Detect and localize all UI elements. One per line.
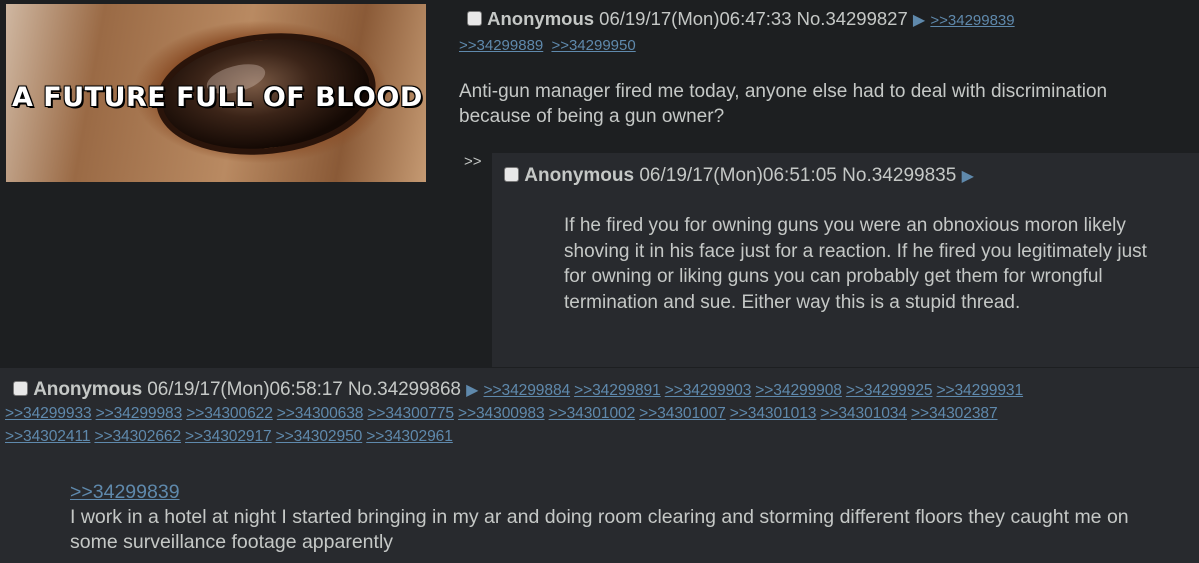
backlink[interactable]: >>34299839: [930, 12, 1014, 29]
op-backlinks: >>34299839: [930, 12, 1014, 29]
backlink[interactable]: >>34299983: [96, 405, 183, 422]
post-datetime: 06/19/17(Mon)06:58:17: [147, 379, 343, 400]
poster-name: Anonymous: [524, 165, 635, 186]
backlink[interactable]: >>34302917: [185, 428, 272, 445]
backlink[interactable]: >>34301034: [820, 405, 907, 422]
backlink[interactable]: >>34299925: [846, 382, 933, 399]
op-post-header: Anonymous 06/19/17(Mon)06:47:33 No.34299…: [467, 6, 1187, 34]
op-backlinks-row2: >>34299889 >>34299950: [459, 36, 640, 56]
post-number[interactable]: No.34299868: [348, 379, 461, 400]
reply-marker: >>: [464, 153, 482, 170]
post-number[interactable]: No.34299827: [797, 8, 908, 29]
poster-name: Anonymous: [487, 8, 595, 29]
backlink[interactable]: >>34299933: [5, 405, 92, 422]
backlink[interactable]: >>34300638: [277, 405, 364, 422]
backlink[interactable]: >>34302411: [5, 428, 91, 445]
reply-header: Anonymous 06/19/17(Mon)06:51:05 No.34299…: [504, 163, 974, 190]
post-select-checkbox-icon[interactable]: [467, 11, 482, 26]
reply-header-and-backlinks: Anonymous 06/19/17(Mon)06:58:17 No.34299…: [5, 378, 1197, 448]
post-menu-arrow-icon[interactable]: ▶: [913, 12, 925, 29]
backlink[interactable]: >>34301007: [639, 405, 726, 422]
post-menu-arrow-icon[interactable]: ▶: [466, 382, 478, 399]
reply-header: Anonymous 06/19/17(Mon)06:58:17 No.34299…: [13, 379, 484, 400]
post-datetime: 06/19/17(Mon)06:47:33: [599, 8, 792, 29]
op-message: Anti-gun manager fired me today, anyone …: [459, 81, 1108, 127]
backlink[interactable]: >>34299950: [551, 37, 635, 54]
post-menu-arrow-icon[interactable]: ▶: [962, 168, 974, 185]
reply-message: If he fired you for owning guns you were…: [564, 215, 1147, 313]
backlink[interactable]: >>34300622: [186, 405, 273, 422]
reply-message: I work in a hotel at night I started bri…: [70, 506, 1129, 553]
thumbnail-caption: A FUTURE FULL OF BLOOD: [12, 82, 423, 113]
backlink[interactable]: >>34301013: [730, 405, 817, 422]
post-select-checkbox-icon[interactable]: [504, 167, 519, 182]
reply-message-block: >>34299839 I work in a hotel at night I …: [70, 480, 1170, 555]
backlink[interactable]: >>34299884: [484, 382, 571, 399]
backlink[interactable]: >>34299908: [755, 382, 842, 399]
backlink[interactable]: >>34302662: [94, 428, 181, 445]
backlink[interactable]: >>34300775: [367, 405, 454, 422]
backlink[interactable]: >>34299891: [574, 382, 661, 399]
backlink[interactable]: >>34299889: [459, 37, 543, 54]
post-select-checkbox-icon[interactable]: [13, 381, 28, 396]
backlink[interactable]: >>34302961: [366, 428, 453, 445]
backlink[interactable]: >>34302387: [911, 405, 998, 422]
post-datetime: 06/19/17(Mon)06:51:05: [639, 165, 837, 186]
backlink[interactable]: >>34299903: [665, 382, 752, 399]
post-number[interactable]: No.34299835: [842, 165, 956, 186]
backlink[interactable]: >>34299931: [936, 382, 1023, 399]
reply-post: Anonymous 06/19/17(Mon)06:51:05 No.34299…: [492, 153, 1199, 367]
backlink[interactable]: >>34301002: [549, 405, 636, 422]
poster-name: Anonymous: [33, 379, 143, 400]
op-thumbnail[interactable]: A FUTURE FULL OF BLOOD: [6, 4, 426, 182]
quote-link[interactable]: >>34299839: [70, 481, 180, 503]
backlink[interactable]: >>34302950: [276, 428, 363, 445]
reply-post: Anonymous 06/19/17(Mon)06:58:17 No.34299…: [0, 368, 1199, 563]
backlink[interactable]: >>34300983: [458, 405, 545, 422]
